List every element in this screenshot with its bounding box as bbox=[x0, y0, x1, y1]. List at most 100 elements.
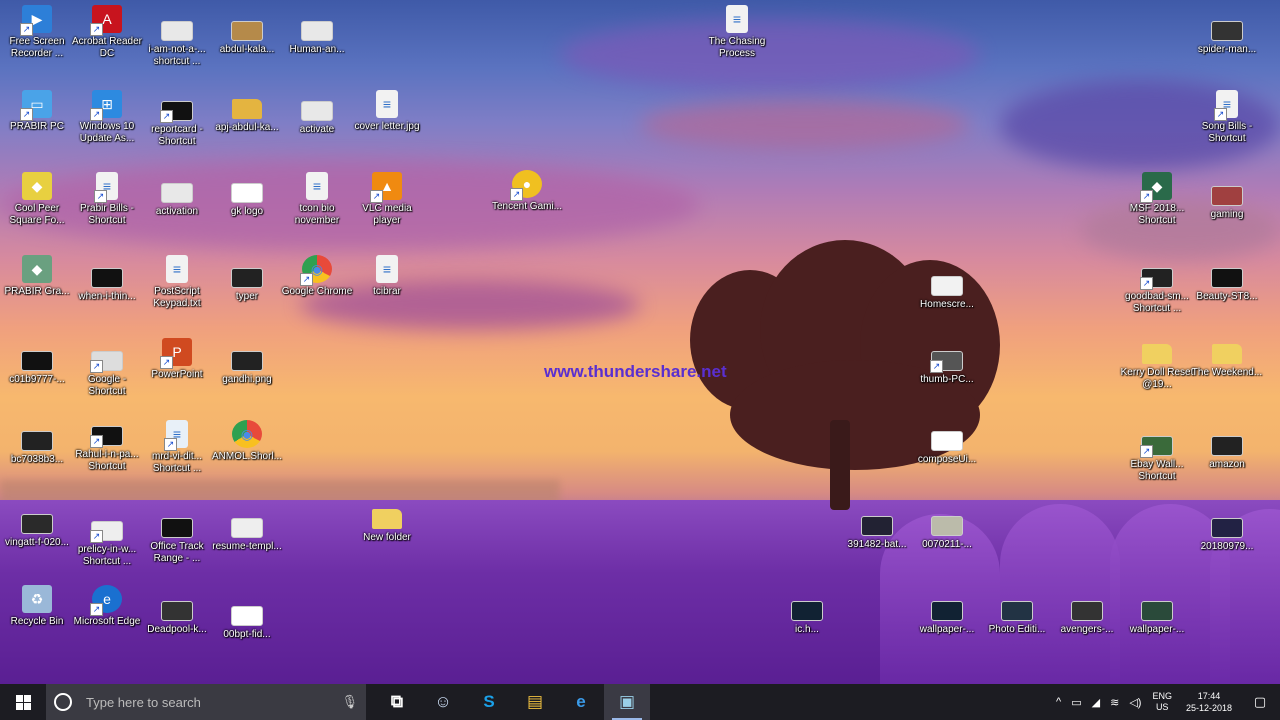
desktop-icon[interactable]: vingatt-f-020... bbox=[0, 508, 74, 549]
taskbar-app-button[interactable]: ⧉ bbox=[374, 684, 420, 720]
desktop-icon[interactable]: ≡ tcibrar bbox=[350, 255, 424, 298]
taskbar-search-box[interactable]: 🎙 bbox=[46, 684, 366, 720]
start-button[interactable] bbox=[0, 684, 46, 720]
desktop-icon[interactable]: Rahul-i-n-pa... Shortcut bbox=[70, 420, 144, 473]
image-file-icon bbox=[1211, 268, 1243, 288]
search-input[interactable] bbox=[84, 693, 338, 711]
network-icon[interactable]: ◢ bbox=[1087, 696, 1105, 709]
image-file-icon bbox=[1211, 436, 1243, 456]
desktop-icon[interactable]: goodbad-sm... Shortcut ... bbox=[1120, 262, 1194, 315]
desktop-icon[interactable]: wallpaper-... bbox=[910, 595, 984, 636]
desktop-icon[interactable]: reportcard - Shortcut bbox=[140, 95, 214, 148]
desktop-icon[interactable]: Photo Editi... bbox=[980, 595, 1054, 636]
taskbar-app-button[interactable]: ▤ bbox=[512, 684, 558, 720]
desktop-icon[interactable]: prelicy-in-w... Shortcut ... bbox=[70, 515, 144, 568]
image-file-icon bbox=[161, 21, 193, 41]
desktop-icon[interactable]: Human-an... bbox=[280, 15, 354, 56]
desktop-icon[interactable]: ≡Prabir Bills - Shortcut bbox=[70, 172, 144, 227]
desktop-icon-label: avengers-... bbox=[1060, 624, 1114, 635]
image-file-icon bbox=[1211, 21, 1243, 41]
desktop-icon[interactable]: activate bbox=[280, 95, 354, 136]
clock[interactable]: 17:44 25-12-2018 bbox=[1178, 690, 1240, 714]
desktop-icon[interactable]: New folder bbox=[350, 505, 424, 544]
desktop-icon-label: Free Screen Recorder ... bbox=[9, 36, 65, 59]
file-explorer-icon: ▤ bbox=[526, 692, 544, 711]
volume-icon[interactable]: ◁) bbox=[1124, 696, 1146, 709]
taskbar-app-button[interactable]: e bbox=[558, 684, 604, 720]
desktop-icon[interactable]: ▶Free Screen Recorder ... bbox=[0, 5, 74, 60]
battery-icon[interactable]: ▭ bbox=[1066, 696, 1086, 709]
document-icon: ≡ bbox=[376, 255, 398, 283]
microphone-icon[interactable]: 🎙 bbox=[341, 694, 358, 710]
desktop-icon[interactable]: Deadpool-k... bbox=[140, 595, 214, 636]
desktop-icon[interactable]: c01b9777-... bbox=[0, 345, 74, 386]
desktop-icon[interactable]: abdul-kala... bbox=[210, 15, 284, 56]
tree-trunk bbox=[830, 420, 850, 510]
desktop-icon[interactable]: 20180979... bbox=[1190, 512, 1264, 553]
chevron-up-icon[interactable]: ^ bbox=[1051, 696, 1066, 708]
desktop-icon[interactable]: ◆MSF 2018... Shortcut bbox=[1120, 172, 1194, 227]
desktop-icon[interactable]: gaming bbox=[1190, 180, 1264, 221]
desktop-icon[interactable]: 391482-bat... bbox=[840, 510, 914, 551]
image-file-icon bbox=[90, 351, 123, 373]
desktop-icon-label: PostScript Keypad.txt bbox=[153, 286, 201, 309]
desktop-icon[interactable]: when-i-thin... bbox=[70, 262, 144, 303]
desktop-icon[interactable]: apj-abdul-ka... bbox=[210, 95, 284, 134]
desktop-icon[interactable]: ≡Song Bills - Shortcut bbox=[1190, 90, 1264, 145]
desktop-icon[interactable]: activation bbox=[140, 177, 214, 218]
desktop-icon[interactable]: resume-templ... bbox=[210, 512, 284, 553]
desktop-icon[interactable]: Beauty-ST8... bbox=[1190, 262, 1264, 303]
image-file-icon bbox=[231, 21, 263, 41]
desktop-icon[interactable]: amazon bbox=[1190, 430, 1264, 471]
desktop-icon[interactable]: ◆ Cool Peer Square Fo... bbox=[0, 172, 74, 227]
action-center-icon[interactable]: ▢ bbox=[1240, 684, 1280, 720]
image-file-icon bbox=[160, 101, 193, 123]
desktop-icon[interactable]: ◉Google Chrome bbox=[280, 255, 354, 298]
desktop-icon[interactable]: ≡ The Chasing Process bbox=[700, 5, 774, 60]
desktop-icon[interactable]: wallpaper-... bbox=[1120, 595, 1194, 636]
desktop-icon[interactable]: ≡mrd-vi-dit... Shortcut ... bbox=[140, 420, 214, 475]
desktop-icon[interactable]: Google - Shortcut bbox=[70, 345, 144, 398]
desktop-icon-label: 391482-bat... bbox=[847, 539, 907, 550]
desktop-icon[interactable]: ♻ Recycle Bin bbox=[0, 585, 74, 628]
image-file-icon bbox=[161, 518, 193, 538]
desktop-icon[interactable]: ●Tencent Gami... bbox=[490, 170, 564, 213]
language-indicator[interactable]: ENG US bbox=[1146, 691, 1178, 713]
desktop-icon[interactable]: Office Track Range - ... bbox=[140, 512, 214, 565]
desktop-icon[interactable]: ic.h... bbox=[770, 595, 844, 636]
desktop-icon[interactable]: gk logo bbox=[210, 177, 284, 218]
desktop-icon[interactable]: AAcrobat Reader DC bbox=[70, 5, 144, 60]
desktop-icon[interactable]: thumb-PC... bbox=[910, 345, 984, 386]
wifi-icon[interactable]: ≋ bbox=[1105, 696, 1124, 709]
desktop-icon[interactable]: eMicrosoft Edge bbox=[70, 585, 144, 628]
desktop-icon[interactable]: spider-man... bbox=[1190, 15, 1264, 56]
desktop-icon[interactable]: ◆ PRABIR Gra... bbox=[0, 255, 74, 298]
desktop-icon-label: reportcard - Shortcut bbox=[151, 124, 203, 147]
taskbar-app-button[interactable]: ☺ bbox=[420, 684, 466, 720]
desktop-icon[interactable]: Kerry Doll Reset @19... bbox=[1120, 340, 1194, 391]
taskbar-app-button[interactable]: ▣ bbox=[604, 684, 650, 720]
desktop-icon[interactable]: ▲VLC media player bbox=[350, 172, 424, 227]
desktop-icon[interactable]: The Weekend... bbox=[1190, 340, 1264, 379]
desktop-icon-label: 00bpt-fid... bbox=[223, 629, 271, 640]
desktop-icon[interactable]: ≡ tcon bio november bbox=[280, 172, 354, 227]
desktop-icon[interactable]: bc7038b3... bbox=[0, 425, 74, 466]
desktop-icon[interactable]: i-am-not-a-... shortcut ... bbox=[140, 15, 214, 68]
desktop-icon[interactable]: ◉ ANMOL.Shorl... bbox=[210, 420, 284, 463]
desktop-icon[interactable]: 0070211-... bbox=[910, 510, 984, 551]
desktop-icon[interactable]: 00bpt-fid... bbox=[210, 600, 284, 641]
desktop-icon[interactable]: ▭PRABIR PC bbox=[0, 90, 74, 133]
desktop-icon[interactable]: ⊞Windows 10 Update As... bbox=[70, 90, 144, 145]
desktop-icon[interactable]: PPowerPoint bbox=[140, 338, 214, 381]
desktop-icon-label: tcibrar bbox=[373, 286, 401, 297]
desktop-icon[interactable]: typer bbox=[210, 262, 284, 303]
desktop-icon[interactable]: Homescre... bbox=[910, 270, 984, 311]
desktop-icon[interactable]: gandhi.png bbox=[210, 345, 284, 386]
desktop-icon[interactable]: composeUi... bbox=[910, 425, 984, 466]
desktop-icon[interactable]: ≡ cover letter.jpg bbox=[350, 90, 424, 133]
desktop-icon[interactable]: Ebay Wall... Shortcut bbox=[1120, 430, 1194, 483]
desktop-icon[interactable]: ≡ PostScript Keypad.txt bbox=[140, 255, 214, 310]
image-file-icon bbox=[21, 351, 53, 371]
desktop-icon[interactable]: avengers-... bbox=[1050, 595, 1124, 636]
taskbar-app-button[interactable]: S bbox=[466, 684, 512, 720]
